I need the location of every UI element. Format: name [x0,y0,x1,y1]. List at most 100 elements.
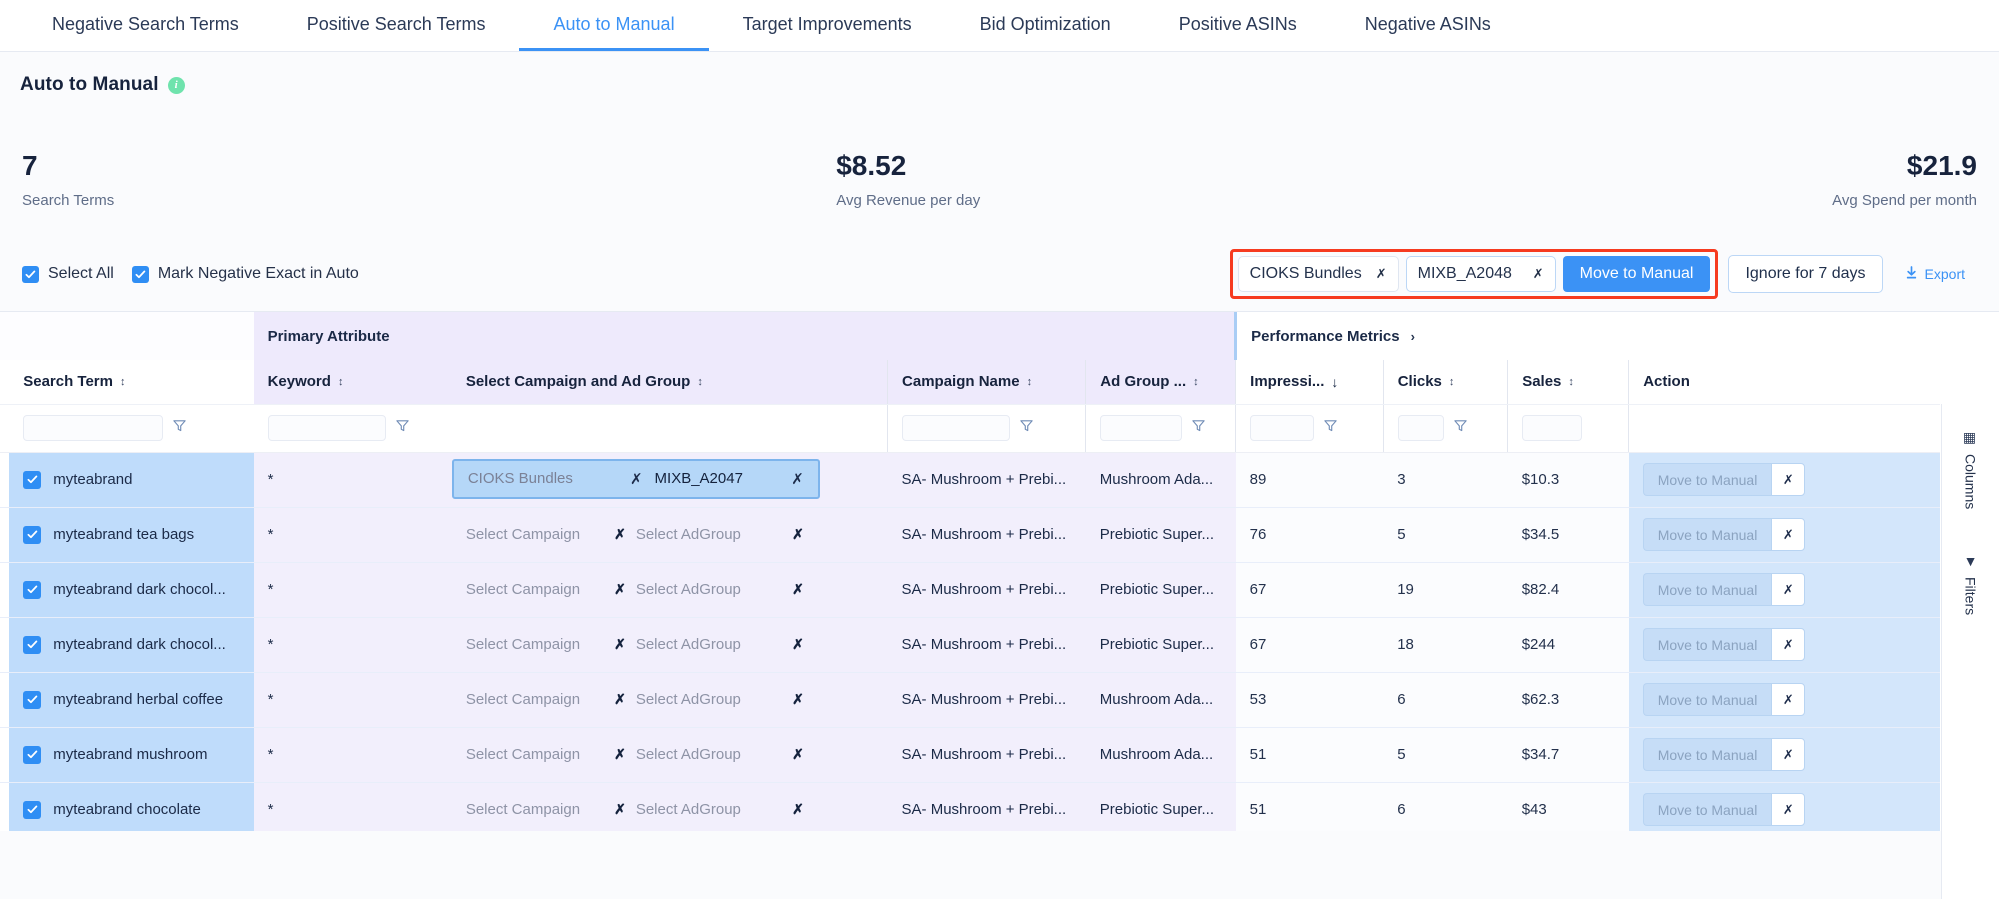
group-blank [0,312,254,360]
cell-campaign-adgroup[interactable]: Select Campaign ✗ Select AdGroup ✗ [451,782,888,831]
table-row[interactable]: myteabrand tea bags * Select Campaign ✗ … [0,507,1940,563]
group-performance-metrics[interactable]: Performance Metrics › [1234,312,1629,360]
chevron-down-icon: ✗ [792,691,804,707]
campaign-dropdown[interactable]: Select Campaign ✗ [466,526,626,543]
sort-icon: ↕ [119,375,125,388]
col-campaign-name[interactable]: Campaign Name ↕ [887,360,1086,405]
cell-action: Move to Manual ✗ [1628,782,1940,831]
adgroup-dropdown[interactable]: Select AdGroup ✗ [636,691,804,708]
campaign-select[interactable]: CIOKS Bundles ✗ [1237,256,1399,292]
chevron-down-icon[interactable]: ✗ [1771,518,1806,551]
campaign-dropdown[interactable]: Select Campaign ✗ [466,801,626,818]
table-row[interactable]: myteabrand chocolate * Select Campaign ✗… [0,782,1940,831]
table-row[interactable]: myteabrand dark chocol... * Select Campa… [0,617,1940,673]
chevron-down-icon[interactable]: ✗ [1771,683,1806,716]
campaign-dropdown[interactable]: Select Campaign ✗ [466,636,626,653]
filter-input-search-term[interactable] [23,415,164,441]
filter-icon[interactable] [1453,418,1468,438]
tab-positive-asins[interactable]: Positive ASINs [1145,0,1331,51]
row-checkbox[interactable] [23,525,42,544]
campaign-dropdown[interactable]: Select Campaign ✗ [466,746,626,763]
export-button[interactable]: Export [1883,265,1979,283]
table-row[interactable]: myteabrand herbal coffee * Select Campai… [0,672,1940,728]
filter-input-impressions[interactable] [1250,415,1315,441]
row-move-to-manual-button[interactable]: Move to Manual [1642,683,1772,716]
row-move-to-manual-button[interactable]: Move to Manual [1642,628,1772,661]
page-title: Auto to Manual [20,74,159,95]
search-term-text: myteabrand mushroom [53,746,208,763]
info-icon[interactable]: i [167,76,185,94]
adgroup-dropdown[interactable]: Select AdGroup ✗ [636,526,804,543]
campaign-dropdown[interactable]: Select Campaign ✗ [466,691,626,708]
col-sales[interactable]: Sales ↕ [1507,360,1629,405]
row-move-to-manual-button[interactable]: Move to Manual [1642,463,1772,496]
adgroup-dropdown[interactable]: Select AdGroup ✗ [636,801,804,818]
move-to-manual-button[interactable]: Move to Manual [1562,256,1711,292]
col-ad-group[interactable]: Ad Group ... ↕ [1085,360,1236,405]
row-checkbox[interactable] [23,580,42,599]
cell-campaign-adgroup[interactable]: CIOKS Bundles ✗ MIXB_A2047 ✗ [451,452,888,508]
row-move-to-manual-button[interactable]: Move to Manual [1642,793,1772,826]
tab-positive-search-terms[interactable]: Positive Search Terms [273,0,520,51]
columns-panel-toggle[interactable]: ▦ Columns [1963,430,1979,509]
col-select-campaign-and-ad-group[interactable]: Select Campaign and Ad Group ↕ [451,360,888,405]
col-keyword[interactable]: Keyword ↕ [253,360,452,405]
filter-input-keyword[interactable] [267,415,386,441]
cell-ad-group: Prebiotic Super... [1085,562,1236,618]
row-checkbox[interactable] [23,745,42,764]
cell-campaign-adgroup[interactable]: Select Campaign ✗ Select AdGroup ✗ [451,562,888,618]
filter-input-ad-group[interactable] [1100,415,1183,441]
cell-campaign-adgroup[interactable]: Select Campaign ✗ Select AdGroup ✗ [451,727,888,783]
table-row[interactable]: myteabrand mushroom * Select Campaign ✗ … [0,727,1940,783]
table-row[interactable]: myteabrand * CIOKS Bundles ✗ MIXB_A2047 … [0,452,1940,508]
row-checkbox[interactable] [23,800,42,819]
row-move-to-manual-button[interactable]: Move to Manual [1642,573,1772,606]
adgroup-dropdown[interactable]: Select AdGroup ✗ [636,636,804,653]
filter-icon[interactable] [1323,418,1338,438]
chevron-down-icon[interactable]: ✗ [1771,738,1806,771]
filters-panel-toggle[interactable]: ▼ Filters [1963,553,1979,615]
row-move-to-manual-button[interactable]: Move to Manual [1642,518,1772,551]
tab-target-improvements[interactable]: Target Improvements [709,0,946,51]
search-term-text: myteabrand dark chocol... [53,581,226,598]
sort-desc-icon: ↓ [1331,373,1339,390]
row-checkbox[interactable] [23,470,42,489]
filter-icon: ▼ [1962,553,1979,570]
chevron-down-icon[interactable]: ✗ [1771,793,1806,826]
campaign-dropdown[interactable]: Select Campaign ✗ [466,581,626,598]
cell-campaign-adgroup[interactable]: Select Campaign ✗ Select AdGroup ✗ [451,672,888,728]
select-all-checkbox[interactable]: Select All [22,265,114,283]
cell-campaign-name: SA- Mushroom + Prebi... [887,507,1086,563]
col-clicks[interactable]: Clicks ↕ [1382,360,1508,405]
filter-input-clicks[interactable] [1397,415,1444,441]
tab-negative-search-terms[interactable]: Negative Search Terms [18,0,273,51]
chevron-down-icon[interactable]: ✗ [1771,628,1806,661]
chevron-down-icon[interactable]: ✗ [1771,463,1806,496]
adgroup-select[interactable]: MIXB_A2048 ✗ [1405,256,1556,292]
tab-auto-to-manual[interactable]: Auto to Manual [519,0,709,51]
table-row[interactable]: myteabrand dark chocol... * Select Campa… [0,562,1940,618]
filter-icon[interactable] [172,418,187,438]
cell-campaign-adgroup[interactable]: Select Campaign ✗ Select AdGroup ✗ [451,507,888,563]
cell-campaign-adgroup[interactable]: Select Campaign ✗ Select AdGroup ✗ [451,617,888,673]
col-impressions[interactable]: Impressi... ↓ [1235,360,1384,405]
filter-input-sales[interactable] [1522,415,1583,441]
tab-negative-asins[interactable]: Negative ASINs [1331,0,1525,51]
filter-icon[interactable] [1191,418,1206,438]
filter-icon[interactable] [1019,418,1034,438]
adgroup-dropdown[interactable]: Select AdGroup ✗ [636,746,804,763]
adgroup-dropdown[interactable]: Select AdGroup ✗ [636,581,804,598]
filter-icon[interactable] [395,418,410,438]
row-checkbox[interactable] [23,690,42,709]
ignore-for-7-days-button[interactable]: Ignore for 7 days [1728,255,1883,293]
col-search-term[interactable]: Search Term ↕ [9,360,254,405]
tab-bid-optimization[interactable]: Bid Optimization [946,0,1145,51]
chevron-down-icon[interactable]: ✗ [1771,573,1806,606]
row-move-to-manual-button[interactable]: Move to Manual [1642,738,1772,771]
row-checkbox[interactable] [23,635,42,654]
cell-sales: $34.5 [1507,507,1629,563]
campaign-adgroup-selected[interactable]: CIOKS Bundles ✗ MIXB_A2047 ✗ [451,458,820,499]
filter-input-campaign-name[interactable] [902,415,1011,441]
mark-negative-exact-checkbox[interactable]: Mark Negative Exact in Auto [131,265,359,283]
cell-keyword: * [253,782,452,831]
